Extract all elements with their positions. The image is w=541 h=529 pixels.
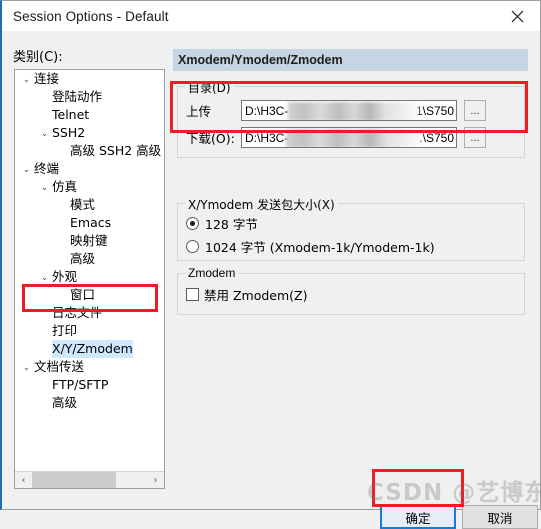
radio-1024-label: 1024 字节 (Xmodem-1k/Ymodem-1k) xyxy=(205,240,435,255)
tree-item-10[interactable]: 高级 xyxy=(15,250,164,268)
upload-label: 上传 xyxy=(186,104,212,119)
tree-item-16[interactable]: ⌄ 文档传送 xyxy=(15,358,164,376)
disable-zmodem-checkbox[interactable] xyxy=(186,288,199,301)
scrollbar-thumb[interactable] xyxy=(32,472,116,488)
tree-item-6[interactable]: ⌄ 仿真 xyxy=(15,178,164,196)
tree-item-label: 高级 xyxy=(52,395,78,410)
tree-item-label: 高级 SSH2 高级 xyxy=(70,143,162,158)
tree-item-label: 模式 xyxy=(70,197,96,212)
chevron-down-icon[interactable]: ⌄ xyxy=(19,70,34,88)
tree-item-1[interactable]: 登陆动作 xyxy=(15,88,164,106)
tree-item-17[interactable]: FTP/SFTP xyxy=(15,376,164,394)
tree-item-label: 文档传送 xyxy=(34,359,85,374)
xymodem-group-title: X/Ymodem 发送包大小(X) xyxy=(185,196,338,213)
scroll-left-arrow-icon[interactable]: ‹ xyxy=(15,472,32,488)
directory-group-title: 目录(D) xyxy=(185,79,234,96)
tree-item-label: 终端 xyxy=(34,161,60,176)
directory-group: 目录(D) 上传 D:\H3C- 1\S750 ... 下载(O): D:\H3… xyxy=(177,79,525,158)
radio-128-bytes[interactable]: 128 字节 xyxy=(186,214,258,233)
download-path-value: D:\H3C- xyxy=(245,130,289,145)
tree-item-label: 日志文件 xyxy=(52,305,103,320)
download-path-input[interactable]: D:\H3C- .\S750 xyxy=(241,127,457,148)
category-tree-scroll-area: ⌄ 连接 登陆动作 Telnet ⌄ SSH2 高级 SSH2 高级 ⌄ 终端 ⌄ 仿真 模式 Emac… xyxy=(15,70,164,471)
chevron-down-icon[interactable]: ⌄ xyxy=(37,124,52,142)
tree-item-7[interactable]: 模式 xyxy=(15,196,164,214)
scroll-right-arrow-icon[interactable]: › xyxy=(147,472,164,488)
tree-item-label: 登陆动作 xyxy=(52,89,103,104)
tree-item-8[interactable]: Emacs xyxy=(15,214,164,232)
tree-item-14[interactable]: 打印 xyxy=(15,322,164,340)
zmodem-group: Zmodem 禁用 Zmodem(Z) xyxy=(177,266,525,315)
panel-title: Xmodem/Ymodem/Zmodem xyxy=(178,53,343,67)
tree-item-label: Emacs xyxy=(70,215,112,230)
download-row: 下载(O): D:\H3C- .\S750 ... xyxy=(186,127,486,148)
disable-zmodem-checkbox-row[interactable]: 禁用 Zmodem(Z) xyxy=(186,285,307,304)
window-title: Session Options - Default xyxy=(13,8,169,24)
close-button[interactable] xyxy=(495,1,540,31)
tree-item-9[interactable]: 映射键 xyxy=(15,232,164,250)
radio-128-indicator[interactable] xyxy=(186,217,199,230)
tree-item-label: 映射键 xyxy=(70,233,108,248)
chevron-down-icon[interactable]: ⌄ xyxy=(37,178,52,196)
tree-item-3[interactable]: ⌄ SSH2 xyxy=(15,124,164,142)
tree-item-2[interactable]: Telnet xyxy=(15,106,164,124)
dialog-body: 类别(C): ⌄ 连接 登陆动作 Telnet ⌄ SSH2 高级 SSH2 高级 ⌄ 终端 ⌄ 仿… xyxy=(2,31,540,529)
tree-item-label: 连接 xyxy=(34,71,60,86)
tree-item-label: SSH2 xyxy=(52,125,86,140)
zmodem-group-title: Zmodem xyxy=(185,266,239,280)
tree-item-label: FTP/SFTP xyxy=(52,377,109,392)
radio-128-label: 128 字节 xyxy=(205,217,258,232)
tree-item-13[interactable]: 日志文件 xyxy=(15,304,164,322)
tree-item-15[interactable]: X/Y/Zmodem xyxy=(15,340,164,358)
ok-button[interactable]: 确定 xyxy=(380,505,456,529)
tree-item-label: 窗口 xyxy=(70,287,96,302)
tree-item-18[interactable]: 高级 xyxy=(15,394,164,412)
close-icon xyxy=(511,10,524,23)
scrollbar-track[interactable] xyxy=(32,472,147,488)
cancel-button[interactable]: 取消 xyxy=(462,505,538,529)
radio-1024-indicator[interactable] xyxy=(186,240,199,253)
upload-path-value: D:\H3C- xyxy=(245,103,289,118)
upload-path-input[interactable]: D:\H3C- 1\S750 xyxy=(241,100,457,121)
download-label: 下载(O): xyxy=(186,131,235,146)
title-bar: Session Options - Default xyxy=(2,1,540,31)
category-tree[interactable]: ⌄ 连接 登陆动作 Telnet ⌄ SSH2 高级 SSH2 高级 ⌄ 终端 ⌄ 仿真 模式 Emac… xyxy=(14,69,165,489)
download-browse-button[interactable]: ... xyxy=(464,127,486,148)
upload-path-redaction xyxy=(288,102,420,120)
tree-item-label: Telnet xyxy=(52,107,90,122)
session-options-dialog: Session Options - Default 类别(C): ⌄ 连接 登陆动作… xyxy=(0,0,541,529)
tree-horizontal-scrollbar[interactable]: ‹ › xyxy=(15,471,164,488)
chevron-down-icon[interactable]: ⌄ xyxy=(19,160,34,178)
tree-item-5[interactable]: ⌄ 终端 xyxy=(15,160,164,178)
chevron-down-icon[interactable]: ⌄ xyxy=(37,268,52,286)
panel-header: Xmodem/Ymodem/Zmodem xyxy=(173,49,528,71)
tree-item-11[interactable]: ⌄ 外观 xyxy=(15,268,164,286)
download-path-redaction xyxy=(286,129,422,147)
tree-item-label: 高级 xyxy=(70,251,96,266)
upload-row: 上传 D:\H3C- 1\S750 ... xyxy=(186,100,486,121)
category-label: 类别(C): xyxy=(13,50,63,65)
tree-item-4[interactable]: 高级 SSH2 高级 xyxy=(15,142,164,160)
upload-path-value-tail: 1\S750 xyxy=(415,103,454,118)
tree-item-label: X/Y/Zmodem xyxy=(52,340,133,358)
tree-item-12[interactable]: 窗口 xyxy=(15,286,164,304)
upload-browse-button[interactable]: ... xyxy=(464,100,486,121)
radio-1024-bytes[interactable]: 1024 字节 (Xmodem-1k/Ymodem-1k) xyxy=(186,237,435,256)
tree-item-label: 外观 xyxy=(52,269,78,284)
xymodem-packet-size-group: X/Ymodem 发送包大小(X) 128 字节 1024 字节 (Xmodem… xyxy=(177,196,525,261)
tree-item-label: 仿真 xyxy=(52,179,78,194)
tree-item-0[interactable]: ⌄ 连接 xyxy=(15,70,164,88)
disable-zmodem-label: 禁用 Zmodem(Z) xyxy=(204,288,308,303)
download-path-value-tail: .\S750 xyxy=(419,130,454,145)
chevron-down-icon[interactable]: ⌄ xyxy=(19,358,34,376)
tree-item-label: 打印 xyxy=(52,323,78,338)
